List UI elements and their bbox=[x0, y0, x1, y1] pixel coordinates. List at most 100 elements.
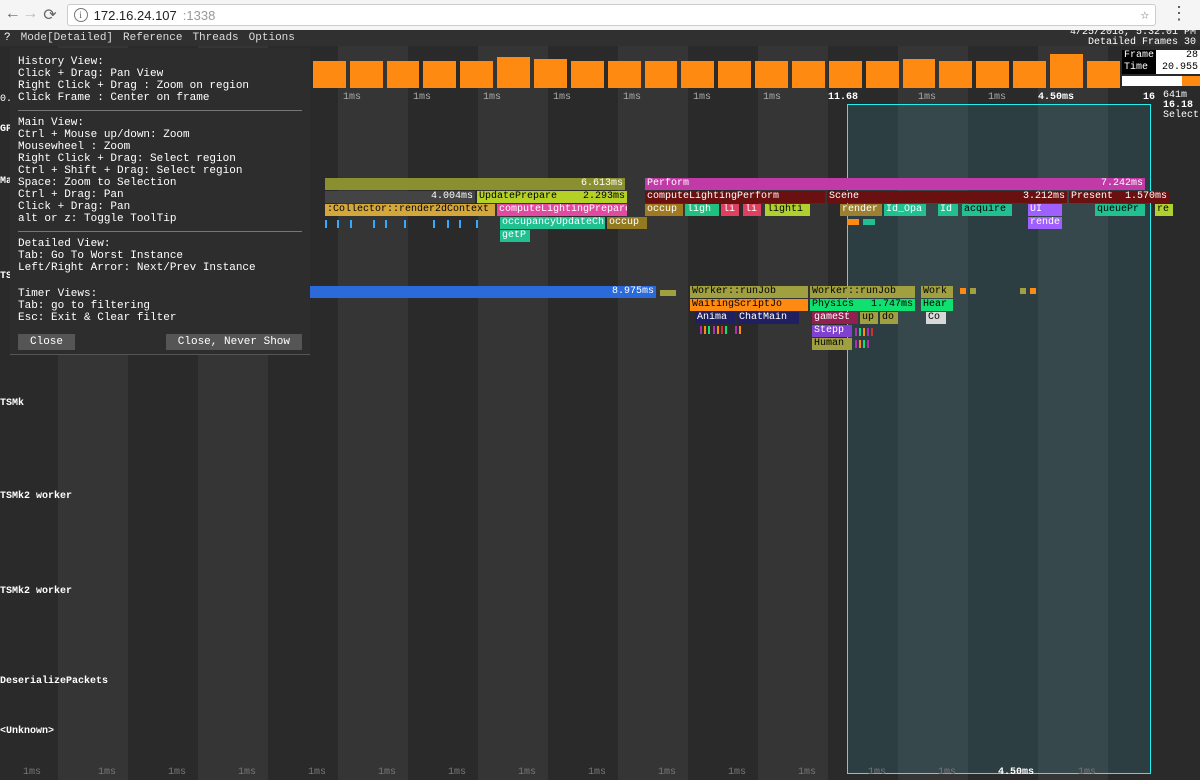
ruler-tick: 1ms bbox=[988, 92, 1006, 103]
lighti-bar[interactable]: lighti bbox=[765, 204, 810, 216]
ruler-tick: 1ms bbox=[448, 767, 466, 778]
occupd2-bar[interactable]: occup bbox=[607, 217, 647, 229]
ruler-tick: 1ms bbox=[378, 767, 396, 778]
tiny-bar[interactable] bbox=[1020, 288, 1026, 294]
help-line: Click + Drag: Pan View bbox=[18, 68, 302, 80]
gamest-bar[interactable]: gameSt bbox=[812, 312, 858, 324]
help-h3: Detailed View: bbox=[18, 238, 302, 250]
ruler-tick: 1ms bbox=[868, 767, 886, 778]
ruler-tick: 1ms bbox=[693, 92, 711, 103]
stepp-bar[interactable]: Stepp bbox=[812, 325, 852, 337]
meter-time-k: Time bbox=[1122, 62, 1156, 74]
scene-time: 3.212ms bbox=[1023, 191, 1065, 203]
main-bar-perform[interactable]: Perform7.242ms bbox=[645, 178, 1145, 190]
do-bar[interactable]: do bbox=[880, 312, 898, 324]
help-line: Click Frame : Center on frame bbox=[18, 92, 302, 104]
co-bar[interactable]: Co bbox=[926, 312, 946, 324]
render-bar[interactable]: render bbox=[840, 204, 882, 216]
occupd-bar[interactable]: occupancyUpdateCh bbox=[500, 217, 605, 229]
tiny-bar[interactable] bbox=[970, 288, 976, 294]
help-popup: History View: Click + Drag: Pan View Rig… bbox=[10, 48, 310, 355]
acquire-bar[interactable]: acquire bbox=[962, 204, 1012, 216]
collector-bar[interactable]: :Collector::render2dContext bbox=[325, 204, 495, 216]
close-button[interactable]: Close bbox=[18, 334, 75, 350]
human-bar[interactable]: Human bbox=[812, 338, 852, 350]
tsm-small-bar[interactable] bbox=[660, 290, 676, 296]
rende-bar[interactable]: rende bbox=[1028, 217, 1062, 229]
help-line: Tab: Go To Worst Instance bbox=[18, 250, 302, 262]
small-bar[interactable] bbox=[863, 219, 875, 225]
compute-perf-bar[interactable]: computeLightingPerform bbox=[645, 191, 825, 203]
ruler-tick: 1ms bbox=[23, 767, 41, 778]
ruler-tick: 1ms bbox=[343, 92, 361, 103]
getp-bar[interactable]: getP bbox=[500, 230, 530, 242]
help-line: Right Click + Drag: Select region bbox=[18, 153, 302, 165]
ruler-tick: 1ms bbox=[238, 767, 256, 778]
ruler-tick: 1ms bbox=[918, 92, 936, 103]
chatmain-bar[interactable]: ChatMain bbox=[737, 312, 799, 324]
up-bar[interactable]: up bbox=[860, 312, 878, 324]
compute-prep-bar[interactable]: computeLightingPrepare bbox=[497, 204, 627, 216]
ruler-tick: 1ms bbox=[413, 92, 431, 103]
back-icon[interactable]: ← bbox=[8, 5, 18, 25]
reference-menu[interactable]: Reference bbox=[123, 32, 182, 44]
main-bar-olive[interactable]: 6.613ms bbox=[325, 178, 625, 190]
tiny-bar[interactable] bbox=[960, 288, 966, 294]
track-label-unknown: <Unknown> bbox=[0, 726, 54, 737]
waiting-bar[interactable]: WaitingScriptJo bbox=[690, 299, 808, 311]
mode-menu[interactable]: Mode[Detailed] bbox=[21, 32, 113, 44]
help-line: alt or z: Toggle ToolTip bbox=[18, 213, 302, 225]
ui-bar[interactable]: UI bbox=[1028, 204, 1062, 216]
work-bar[interactable]: Work bbox=[921, 286, 953, 298]
tick-row bbox=[325, 220, 495, 228]
light-bar[interactable]: ligh bbox=[685, 204, 719, 216]
li2-bar[interactable]: li bbox=[743, 204, 761, 216]
occ-bar[interactable]: occup bbox=[645, 204, 683, 216]
close-never-button[interactable]: Close, Never Show bbox=[166, 334, 302, 350]
url-port: :1338 bbox=[183, 8, 216, 23]
ruler-tick: 1ms bbox=[658, 767, 676, 778]
worker1-bar[interactable]: Worker::runJob bbox=[690, 286, 808, 298]
bookmark-icon[interactable]: ☆ bbox=[1141, 7, 1149, 24]
forward-icon[interactable]: → bbox=[26, 5, 36, 25]
idopa-bar[interactable]: Id_Opa bbox=[884, 204, 926, 216]
url-host: 172.16.24.107 bbox=[94, 8, 177, 23]
help-h2: Main View: bbox=[18, 117, 302, 129]
id-bar[interactable]: Id bbox=[938, 204, 958, 216]
help-h1: History View: bbox=[18, 56, 302, 68]
small-bar[interactable] bbox=[847, 219, 859, 225]
physics-bar[interactable]: Physics1.747ms bbox=[810, 299, 915, 311]
threads-menu[interactable]: Threads bbox=[192, 32, 238, 44]
meter-bar bbox=[1122, 76, 1200, 86]
li-bar[interactable]: li bbox=[721, 204, 739, 216]
frame-meter: Frame28 Time20.955 bbox=[1122, 50, 1200, 86]
scene-bar[interactable]: Scene3.212ms bbox=[827, 191, 1067, 203]
time-ruler-bottom[interactable]: 1ms 1ms 1ms 1ms 1ms 1ms 1ms 1ms 1ms 1ms … bbox=[18, 764, 1200, 778]
help-line: Ctrl + Drag: Pan bbox=[18, 189, 302, 201]
browser-chrome: ← → ⟳ i 172.16.24.107 :1338 ☆ ⋮ bbox=[0, 0, 1200, 30]
queuepr-bar[interactable]: queuePr bbox=[1095, 204, 1145, 216]
hear-bar[interactable]: Hear bbox=[921, 299, 953, 311]
options-menu[interactable]: Options bbox=[249, 32, 295, 44]
ruler-tick: 1ms bbox=[98, 767, 116, 778]
anima-bar[interactable]: Anima bbox=[695, 312, 735, 324]
help-line: Right Click + Drag : Zoom on region bbox=[18, 80, 302, 92]
main-bar-time[interactable]: 4.004ms bbox=[325, 191, 475, 203]
ruler-big: 16 bbox=[1143, 92, 1155, 103]
re-bar[interactable]: re bbox=[1155, 204, 1173, 216]
help-line: Esc: Exit & Clear filter bbox=[18, 312, 302, 324]
tiny-bar[interactable] bbox=[1030, 288, 1036, 294]
help-menu[interactable]: ? bbox=[4, 32, 11, 44]
site-info-icon[interactable]: i bbox=[74, 8, 88, 22]
menu-dots-icon[interactable]: ⋮ bbox=[1166, 10, 1192, 20]
perform-time: 7.242ms bbox=[1101, 178, 1143, 190]
help-h4: Timer Views: bbox=[18, 288, 302, 300]
worker2-bar[interactable]: Worker::runJob bbox=[810, 286, 915, 298]
reload-icon[interactable]: ⟳ bbox=[43, 5, 56, 25]
help-line: Left/Right Arror: Next/Prev Instance bbox=[18, 262, 302, 274]
ruler-tick: 1ms bbox=[623, 92, 641, 103]
address-bar[interactable]: i 172.16.24.107 :1338 ☆ bbox=[67, 4, 1156, 26]
update-prepare-bar[interactable]: UpdatePrepare2.293ms bbox=[477, 191, 627, 203]
ruler-tick: 1ms bbox=[483, 92, 501, 103]
present-bar[interactable]: Present1.570ms bbox=[1069, 191, 1169, 203]
